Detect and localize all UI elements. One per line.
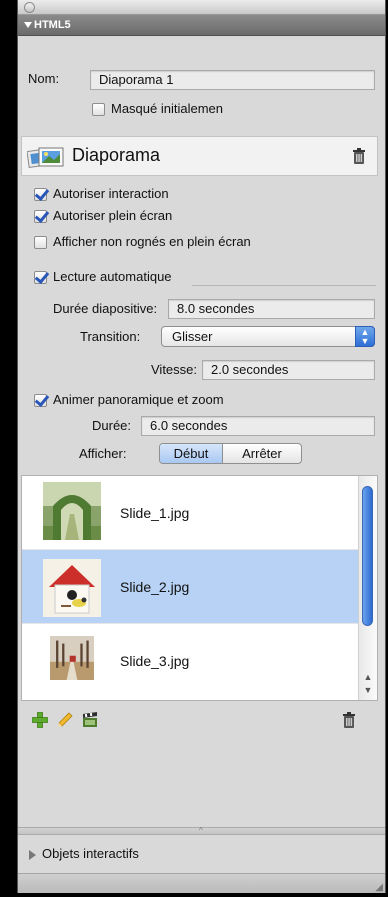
widget-header: Diaporama bbox=[21, 136, 378, 176]
section-title: HTML5 bbox=[34, 19, 71, 31]
show-label: Afficher: bbox=[79, 446, 127, 461]
select-arrows-icon: ▲ ▼ bbox=[355, 326, 375, 347]
duration-label: Durée: bbox=[92, 418, 132, 433]
slide-name: Slide_2.jpg bbox=[120, 579, 190, 595]
slide-duration-label: Durée diapositive: bbox=[53, 301, 158, 316]
slideshow-icon bbox=[27, 147, 64, 169]
inspector-panel: HTML5 Nom: Diaporama 1 Masqué initialeme… bbox=[17, 0, 386, 893]
close-window-button[interactable] bbox=[24, 2, 35, 13]
slide-name: Slide_3.jpg bbox=[120, 653, 190, 669]
film-clapper-icon[interactable] bbox=[82, 712, 98, 728]
status-bar: ◢ bbox=[18, 873, 385, 893]
duration-field[interactable]: 6.0 secondes bbox=[141, 416, 375, 436]
uncropped-fullscreen-checkbox[interactable] bbox=[34, 236, 47, 249]
autumn-trees-thumbnail bbox=[50, 636, 94, 680]
allow-interaction-checkbox[interactable] bbox=[34, 188, 47, 201]
slide-name: Slide_1.jpg bbox=[120, 505, 190, 521]
section-header[interactable]: HTML5 bbox=[18, 15, 385, 36]
name-field[interactable]: Diaporama 1 bbox=[90, 70, 375, 90]
interactive-objects-header[interactable]: Objets interactifs bbox=[18, 835, 385, 873]
interactive-objects-label: Objets interactifs bbox=[42, 846, 139, 861]
resize-grip-icon[interactable]: ◢ bbox=[375, 882, 383, 893]
panel-titlebar bbox=[18, 0, 385, 15]
slide-duration-field[interactable]: 8.0 secondes bbox=[168, 299, 375, 319]
allow-interaction-label: Autoriser interaction bbox=[53, 186, 169, 201]
show-start-segment[interactable]: Début bbox=[160, 444, 223, 463]
name-label: Nom: bbox=[28, 71, 60, 86]
speed-field[interactable]: 2.0 secondes bbox=[202, 360, 375, 380]
panzoom-checkbox[interactable] bbox=[34, 394, 47, 407]
garden-arch-thumbnail bbox=[43, 482, 101, 540]
allow-fullscreen-checkbox[interactable] bbox=[34, 210, 47, 223]
show-segmented-control[interactable]: Début Arrêter bbox=[159, 443, 302, 464]
autoplay-divider bbox=[192, 285, 376, 286]
slide-list[interactable]: Slide_1.jpg Slide_2.jpg Slide_3.jpg ▲ ▼ bbox=[21, 475, 378, 701]
transition-label: Transition: bbox=[80, 329, 141, 344]
list-item[interactable]: Slide_3.jpg bbox=[22, 624, 359, 698]
splitter-grip-icon[interactable]: ^ bbox=[199, 826, 203, 835]
trash-icon[interactable] bbox=[342, 712, 356, 729]
widget-title: Diaporama bbox=[72, 145, 161, 165]
list-scrollbar[interactable]: ▲ ▼ bbox=[358, 476, 377, 700]
autoplay-label: Lecture automatique bbox=[53, 269, 172, 284]
add-icon[interactable] bbox=[32, 712, 48, 728]
speed-label: Vitesse: bbox=[151, 362, 198, 377]
transition-select[interactable]: Glisser ▲ ▼ bbox=[161, 326, 375, 347]
uncropped-fullscreen-label: Afficher non rognés en plein écran bbox=[53, 234, 251, 249]
show-stop-segment[interactable]: Arrêter bbox=[223, 444, 301, 463]
transition-value: Glisser bbox=[172, 329, 213, 344]
hidden-label: Masqué initialemen bbox=[111, 101, 224, 116]
list-item[interactable]: Slide_1.jpg bbox=[22, 476, 359, 550]
allow-fullscreen-label: Autoriser plein écran bbox=[53, 208, 173, 223]
scroll-thumb[interactable] bbox=[362, 486, 373, 626]
trash-icon[interactable] bbox=[352, 148, 366, 165]
hidden-checkbox[interactable] bbox=[92, 103, 105, 116]
scroll-up-icon[interactable]: ▲ bbox=[363, 672, 373, 682]
autoplay-checkbox[interactable] bbox=[34, 271, 47, 284]
pencil-icon[interactable] bbox=[57, 712, 73, 728]
birdhouse-thumbnail bbox=[43, 559, 101, 617]
disclosure-right-icon bbox=[29, 850, 36, 860]
panzoom-label: Animer panoramique et zoom bbox=[53, 392, 224, 407]
disclosure-down-icon bbox=[24, 22, 32, 28]
scroll-down-icon[interactable]: ▼ bbox=[363, 685, 373, 695]
list-item[interactable]: Slide_2.jpg bbox=[22, 550, 359, 624]
